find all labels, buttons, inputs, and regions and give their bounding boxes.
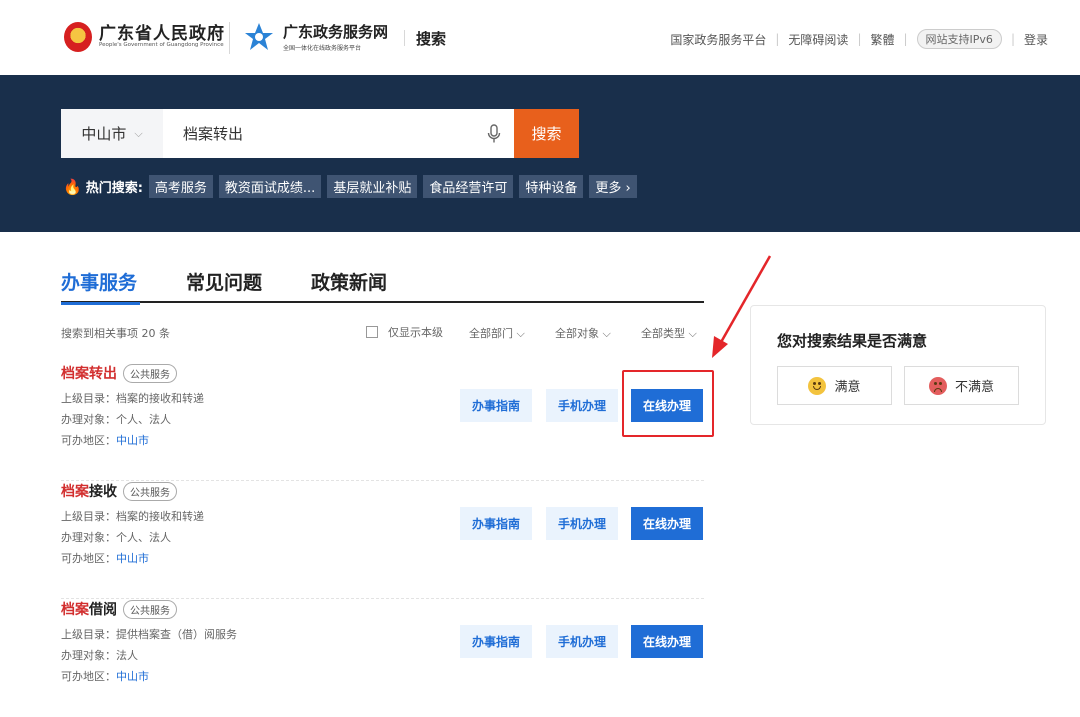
mobile-button[interactable]: 手机办理 bbox=[546, 389, 618, 422]
tab-policy-news[interactable]: 政策新闻 bbox=[311, 268, 387, 303]
target-filter[interactable]: 全部对象 ⌵ bbox=[555, 325, 611, 341]
result-count: 搜索到相关事项 20 条 bbox=[61, 327, 170, 340]
search-banner: 中山市 ⌵ 档案转出 搜索 🔥 热门搜索: 高考服务 教资面试成绩... 基层就… bbox=[0, 75, 1080, 232]
satisfied-button[interactable]: 满意 bbox=[777, 366, 892, 405]
divider: | bbox=[857, 32, 862, 46]
parent-directory: 上级目录：档案的接收和转递 bbox=[61, 392, 204, 405]
checkbox-icon[interactable] bbox=[366, 326, 378, 338]
hot-search-chip[interactable]: 基层就业补贴 bbox=[327, 175, 418, 198]
top-header: 广东省人民政府 People's Government of Guangdong… bbox=[0, 0, 1080, 75]
search-button[interactable]: 搜索 bbox=[514, 109, 579, 158]
divider: | bbox=[903, 32, 908, 46]
guide-button[interactable]: 办事指南 bbox=[460, 507, 532, 540]
service-type-tag: 公共服务 bbox=[123, 481, 177, 501]
result-title[interactable]: 档案转出 公共服务 bbox=[61, 363, 177, 383]
flame-icon: 🔥 bbox=[63, 177, 82, 196]
hot-search-chip[interactable]: 高考服务 bbox=[148, 175, 213, 198]
type-filter[interactable]: 全部类型 ⌵ bbox=[641, 325, 697, 341]
result-title-highlight: 档案转出 bbox=[61, 366, 117, 382]
target-audience: 办理对象：法人 bbox=[61, 649, 138, 662]
mobile-button[interactable]: 手机办理 bbox=[546, 625, 618, 658]
hot-searches: 🔥 热门搜索: 高考服务 教资面试成绩... 基层就业补贴 食品经营许可 特种设… bbox=[63, 175, 643, 198]
result-title-rest: 借阅 bbox=[89, 602, 117, 618]
annotation-highlight-box bbox=[622, 370, 714, 437]
unsatisfied-label: 不满意 bbox=[954, 380, 994, 395]
tab-faq[interactable]: 常见问题 bbox=[186, 268, 262, 303]
link-national-platform[interactable]: 国家政务服务平台 bbox=[670, 31, 766, 48]
divider bbox=[404, 30, 405, 46]
more-hot-searches-button[interactable]: 更多 › bbox=[589, 175, 637, 198]
feedback-panel: 您对搜索结果是否满意 满意 不满意 bbox=[750, 305, 1046, 425]
search-input[interactable]: 档案转出 bbox=[163, 123, 474, 144]
section-label: 搜索 bbox=[416, 30, 447, 48]
service-type-tag: 公共服务 bbox=[123, 599, 177, 619]
type-filter-label: 全部类型 bbox=[641, 327, 685, 340]
result-title[interactable]: 档案 接收 公共服务 bbox=[61, 481, 177, 501]
result-item: 档案 借阅 公共服务 上级目录：提供档案查（借）阅服务 办理对象：法人 可办地区：… bbox=[61, 599, 704, 717]
region: 可办地区：中山市 bbox=[61, 550, 149, 566]
online-button[interactable]: 在线办理 bbox=[631, 507, 703, 540]
service-title[interactable]: 广东政务服务网 bbox=[283, 21, 388, 42]
chevron-down-icon: ⌵ bbox=[134, 126, 143, 140]
local-only-label: 仅显示本级 bbox=[388, 326, 443, 339]
region-link[interactable]: 中山市 bbox=[116, 552, 149, 565]
divider bbox=[229, 22, 230, 54]
region: 可办地区：中山市 bbox=[61, 668, 149, 684]
link-traditional-chinese[interactable]: 繁體 bbox=[870, 31, 894, 48]
hot-search-chip[interactable]: 食品经营许可 bbox=[423, 175, 514, 198]
city-select[interactable]: 中山市 ⌵ bbox=[61, 109, 163, 158]
gov-title[interactable]: 广东省人民政府 bbox=[99, 19, 225, 44]
service-type-tag: 公共服务 bbox=[123, 363, 177, 383]
mobile-button[interactable]: 手机办理 bbox=[546, 507, 618, 540]
gov-subtitle: People's Government of Guangdong Provinc… bbox=[99, 42, 224, 48]
login-link[interactable]: 登录 bbox=[1024, 31, 1048, 48]
guide-button[interactable]: 办事指南 bbox=[460, 389, 532, 422]
region-label: 可办地区： bbox=[61, 434, 116, 447]
target-filter-label: 全部对象 bbox=[555, 327, 599, 340]
region-link[interactable]: 中山市 bbox=[116, 670, 149, 683]
department-filter[interactable]: 全部部门 ⌵ bbox=[469, 325, 525, 341]
city-select-value: 中山市 bbox=[81, 125, 127, 143]
result-tabs: 办事服务 常见问题 政策新闻 bbox=[61, 268, 704, 305]
divider: | bbox=[1010, 32, 1015, 46]
national-emblem-icon bbox=[64, 22, 92, 52]
department-filter-label: 全部部门 bbox=[469, 327, 513, 340]
search-box: 中山市 ⌵ 档案转出 bbox=[61, 109, 514, 158]
hot-searches-label: 热门搜索: bbox=[85, 181, 143, 196]
top-links: 国家政务服务平台 | 无障碍阅读 | 繁體 | 网站支持IPv6 | 登录 bbox=[670, 29, 1048, 49]
region-label: 可办地区： bbox=[61, 670, 116, 683]
target-audience: 办理对象：个人、法人 bbox=[61, 531, 171, 544]
result-title[interactable]: 档案 借阅 公共服务 bbox=[61, 599, 177, 619]
parent-directory: 上级目录：提供档案查（借）阅服务 bbox=[61, 628, 237, 641]
smiley-face-icon bbox=[808, 376, 827, 395]
target-audience: 办理对象：个人、法人 bbox=[61, 413, 171, 426]
parent-directory: 上级目录：档案的接收和转递 bbox=[61, 510, 204, 523]
result-item: 档案转出 公共服务 上级目录：档案的接收和转递 办理对象：个人、法人 可办地区：… bbox=[61, 363, 704, 481]
result-title-highlight: 档案 bbox=[61, 602, 89, 618]
service-subtitle: 全国一体化在线政务服务平台 bbox=[283, 45, 362, 52]
ipv6-badge: 网站支持IPv6 bbox=[916, 29, 1002, 49]
online-button[interactable]: 在线办理 bbox=[631, 625, 703, 658]
result-item: 档案 接收 公共服务 上级目录：档案的接收和转递 办理对象：个人、法人 可办地区：… bbox=[61, 481, 704, 599]
region: 可办地区：中山市 bbox=[61, 432, 149, 448]
service-logo-icon bbox=[245, 23, 273, 50]
link-accessibility[interactable]: 无障碍阅读 bbox=[788, 31, 848, 48]
sad-face-icon bbox=[928, 376, 947, 395]
result-title-rest: 接收 bbox=[89, 484, 117, 500]
result-title-highlight: 档案 bbox=[61, 484, 89, 500]
region-label: 可办地区： bbox=[61, 552, 116, 565]
divider: | bbox=[775, 32, 780, 46]
local-only-checkbox[interactable]: 仅显示本级 bbox=[366, 324, 443, 340]
guide-button[interactable]: 办事指南 bbox=[460, 625, 532, 658]
satisfied-label: 满意 bbox=[834, 380, 861, 395]
tab-services[interactable]: 办事服务 bbox=[61, 268, 141, 305]
filter-bar: 搜索到相关事项 20 条 仅显示本级 全部部门 ⌵ 全部对象 ⌵ 全部类型 ⌵ bbox=[61, 324, 704, 342]
hot-search-chip[interactable]: 教资面试成绩... bbox=[218, 175, 322, 198]
hot-search-chip[interactable]: 特种设备 bbox=[519, 175, 584, 198]
microphone-icon[interactable] bbox=[474, 123, 514, 144]
unsatisfied-button[interactable]: 不满意 bbox=[904, 366, 1019, 405]
feedback-question: 您对搜索结果是否满意 bbox=[777, 332, 928, 350]
region-link[interactable]: 中山市 bbox=[116, 434, 149, 447]
